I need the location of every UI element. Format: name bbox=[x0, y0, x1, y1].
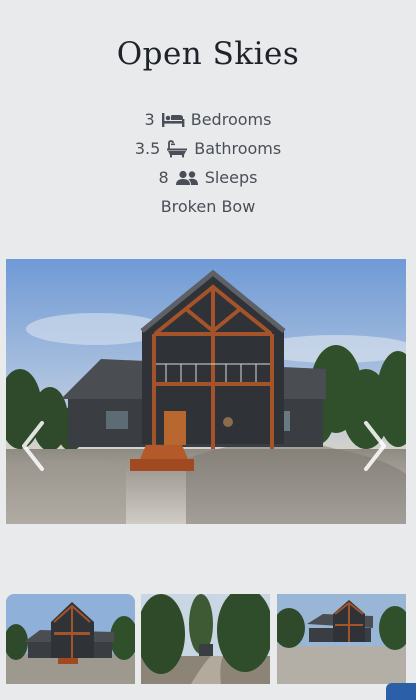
listing-title: Open Skies bbox=[116, 36, 300, 72]
thumbnail-strip bbox=[6, 594, 416, 684]
bathrooms-label: Bathrooms bbox=[194, 139, 282, 158]
chat-badge[interactable] bbox=[386, 683, 416, 700]
bathtub-icon bbox=[167, 139, 188, 157]
bathrooms-count: 3.5 bbox=[134, 139, 161, 158]
chevron-right-icon bbox=[364, 421, 386, 471]
previous-photo-button[interactable] bbox=[18, 420, 48, 472]
next-photo-button[interactable] bbox=[360, 420, 390, 472]
bedrooms-label: Bedrooms bbox=[190, 110, 272, 129]
location-row: Broken Bow bbox=[0, 192, 416, 221]
bathrooms-row: 3.5 Bathrooms bbox=[0, 134, 416, 163]
thumbnail-2-image bbox=[141, 594, 270, 684]
thumbnail-1[interactable] bbox=[6, 594, 135, 684]
sleeps-label: Sleeps bbox=[204, 168, 258, 187]
thumbnail-3-image bbox=[277, 594, 406, 684]
bed-icon bbox=[161, 112, 185, 127]
thumbnail-3[interactable] bbox=[277, 594, 406, 684]
thumbnail-2[interactable] bbox=[141, 594, 270, 684]
thumbnail-1-image bbox=[6, 594, 135, 684]
listing-facts: 3 Bedrooms 3.5 Bathrooms 8 Sleeps Broken… bbox=[0, 105, 416, 221]
sleeps-row: 8 Sleeps bbox=[0, 163, 416, 192]
bedrooms-count: 3 bbox=[144, 110, 155, 129]
location-text: Broken Bow bbox=[160, 197, 256, 216]
sleeps-count: 8 bbox=[158, 168, 169, 187]
people-icon bbox=[175, 170, 198, 185]
chevron-left-icon bbox=[22, 421, 44, 471]
bedrooms-row: 3 Bedrooms bbox=[0, 105, 416, 134]
cabin-photo bbox=[6, 259, 406, 524]
main-photo[interactable] bbox=[6, 259, 406, 524]
